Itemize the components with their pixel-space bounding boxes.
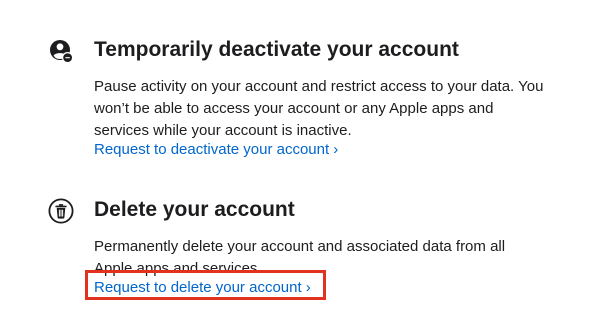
trash-icon (48, 198, 74, 224)
person-pause-icon (48, 38, 74, 64)
delete-account-link[interactable]: Request to delete your account › (94, 277, 311, 299)
delete-description: Permanently delete your account and asso… (94, 238, 506, 277)
deactivate-description: Pause activity on your account and restr… (94, 78, 544, 139)
deactivate-title: Temporarily deactivate your account (94, 38, 459, 61)
deactivate-account-link[interactable]: Request to deactivate your account › (94, 139, 338, 161)
delete-title: Delete your account (94, 198, 295, 221)
